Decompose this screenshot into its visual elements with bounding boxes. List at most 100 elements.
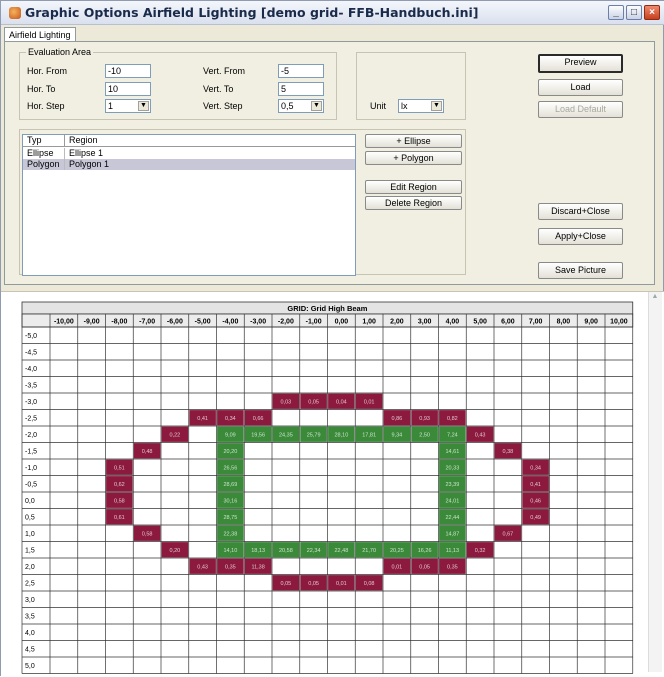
maroon-cell-value: 0,01 [364,399,375,405]
preview-button[interactable]: Preview [538,54,623,73]
maroon-cell-value: 0,61 [114,515,125,521]
unit-value: lx [401,101,408,111]
column-label: -8,00 [111,319,127,326]
region-typ: Ellipse [23,148,65,159]
maroon-cell-value: 0,22 [170,432,181,438]
maroon-cell-value: 0,01 [336,581,347,587]
column-label: 10,00 [610,319,628,326]
hor-to-input[interactable]: 10 [105,82,151,96]
row-label: -2,0 [25,432,37,439]
column-label: 7,00 [529,319,543,326]
region-list-header: Typ Region [23,135,355,147]
hor-step-label: Hor. Step [27,101,65,111]
column-label: 5,00 [473,319,487,326]
unit-label: Unit [370,101,387,111]
hor-to-label: Hor. To [27,84,56,94]
green-cell-value: 9,34 [392,432,403,438]
row-label: 4,0 [25,630,35,637]
load-button[interactable]: Load [538,79,623,96]
column-label: 0,00 [335,319,349,326]
row-label: 3,0 [25,597,35,604]
maroon-cell-value: 0,20 [170,548,181,554]
green-cell-value: 14,10 [223,548,237,554]
title-bar: Graphic Options Airfield Lighting [demo … [1,1,664,25]
green-cell-value: 20,33 [445,465,459,471]
main-window: Graphic Options Airfield Lighting [demo … [0,0,664,677]
green-cell-value: 28,75 [223,515,237,521]
tab-airfield-lighting[interactable]: Airfield Lighting [4,27,76,42]
delete-region-button[interactable]: Delete Region [365,196,462,210]
maroon-cell-value: 0,34 [225,416,236,422]
green-cell-value: 22,48 [334,548,348,554]
discard-close-button[interactable]: Discard+Close [538,203,623,220]
save-picture-button[interactable]: Save Picture [538,262,623,279]
chevron-down-icon[interactable]: ▼ [431,101,442,111]
vert-step-select[interactable]: 0,5 ▼ [278,99,324,113]
maroon-cell-value: 0,34 [530,465,541,471]
green-cell-value: 11,13 [446,548,459,554]
green-cell-value: 20,25 [390,548,404,554]
chevron-down-icon[interactable]: ▼ [138,101,149,111]
maroon-cell-value: 0,05 [419,564,430,570]
row-label: -1,0 [25,465,37,472]
apply-close-button[interactable]: Apply+Close [538,228,623,245]
maroon-cell-value: 0,62 [114,482,125,488]
column-label: -5,00 [195,319,211,326]
column-label: -10,00 [54,319,74,326]
region-name: Ellipse 1 [69,148,104,158]
vert-to-label: Vert. To [203,84,234,94]
green-cell-value: 24,35 [279,432,293,438]
row-label: -0,5 [25,481,37,488]
row-label: -2,5 [25,415,37,422]
column-label: 8,00 [557,319,571,326]
hor-step-select[interactable]: 1 ▼ [105,99,151,113]
row-label: 0,0 [25,498,35,505]
maroon-cell-value: 0,58 [142,531,153,537]
maroon-cell-value: 0,93 [419,416,430,422]
column-label: -2,00 [278,319,294,326]
row-label: 5,0 [25,663,35,670]
load-default-button[interactable]: Load Default [538,101,623,118]
vert-from-input[interactable]: -5 [278,64,324,78]
column-label: -7,00 [139,319,155,326]
column-label: -1,00 [306,319,322,326]
maroon-cell-value: 0,32 [475,548,486,554]
row-label: 1,5 [25,547,35,554]
add-polygon-button[interactable]: + Polygon [365,151,462,165]
row-label: -3,0 [25,399,37,406]
list-item-selected[interactable]: Polygon Polygon 1 [23,159,355,170]
maroon-cell-value: 0,43 [475,432,486,438]
maroon-cell-value: 0,35 [447,564,458,570]
row-label: -4,5 [25,349,37,356]
column-header-region[interactable]: Region [65,135,355,147]
green-cell-value: 16,26 [418,548,432,554]
column-label: 2,00 [390,319,404,326]
green-cell-value: 22,38 [223,531,237,537]
maroon-cell-value: 0,38 [503,449,514,455]
green-cell-value: 20,20 [223,449,237,455]
close-icon[interactable]: × [644,5,660,20]
maroon-cell-value: 0,51 [114,465,125,471]
edit-region-button[interactable]: Edit Region [365,180,462,194]
vert-to-input[interactable]: 5 [278,82,324,96]
add-ellipse-button[interactable]: + Ellipse [365,134,462,148]
maroon-cell-value: 0,82 [447,416,458,422]
column-label: -6,00 [167,319,183,326]
maroon-cell-value: 0,35 [225,564,236,570]
maroon-cell-value: 0,41 [197,416,208,422]
hor-from-input[interactable]: -10 [105,64,151,78]
green-cell-value: 24,01 [445,498,459,504]
chevron-down-icon[interactable]: ▼ [311,101,322,111]
region-list[interactable]: Typ Region Ellipse Ellipse 1 Polygon Pol… [22,134,356,276]
maximize-icon[interactable]: □ [626,5,642,20]
unit-select[interactable]: lx ▼ [398,99,444,113]
column-header-typ[interactable]: Typ [23,135,65,147]
minimize-icon[interactable]: _ [608,5,624,20]
app-icon [9,7,21,19]
column-label: -3,00 [250,319,266,326]
vert-step-value: 0,5 [281,101,294,111]
green-cell-value: 7,24 [447,432,458,438]
list-item[interactable]: Ellipse Ellipse 1 [23,148,355,159]
green-cell-value: 21,70 [362,548,376,554]
maroon-cell-value: 0,86 [392,416,403,422]
